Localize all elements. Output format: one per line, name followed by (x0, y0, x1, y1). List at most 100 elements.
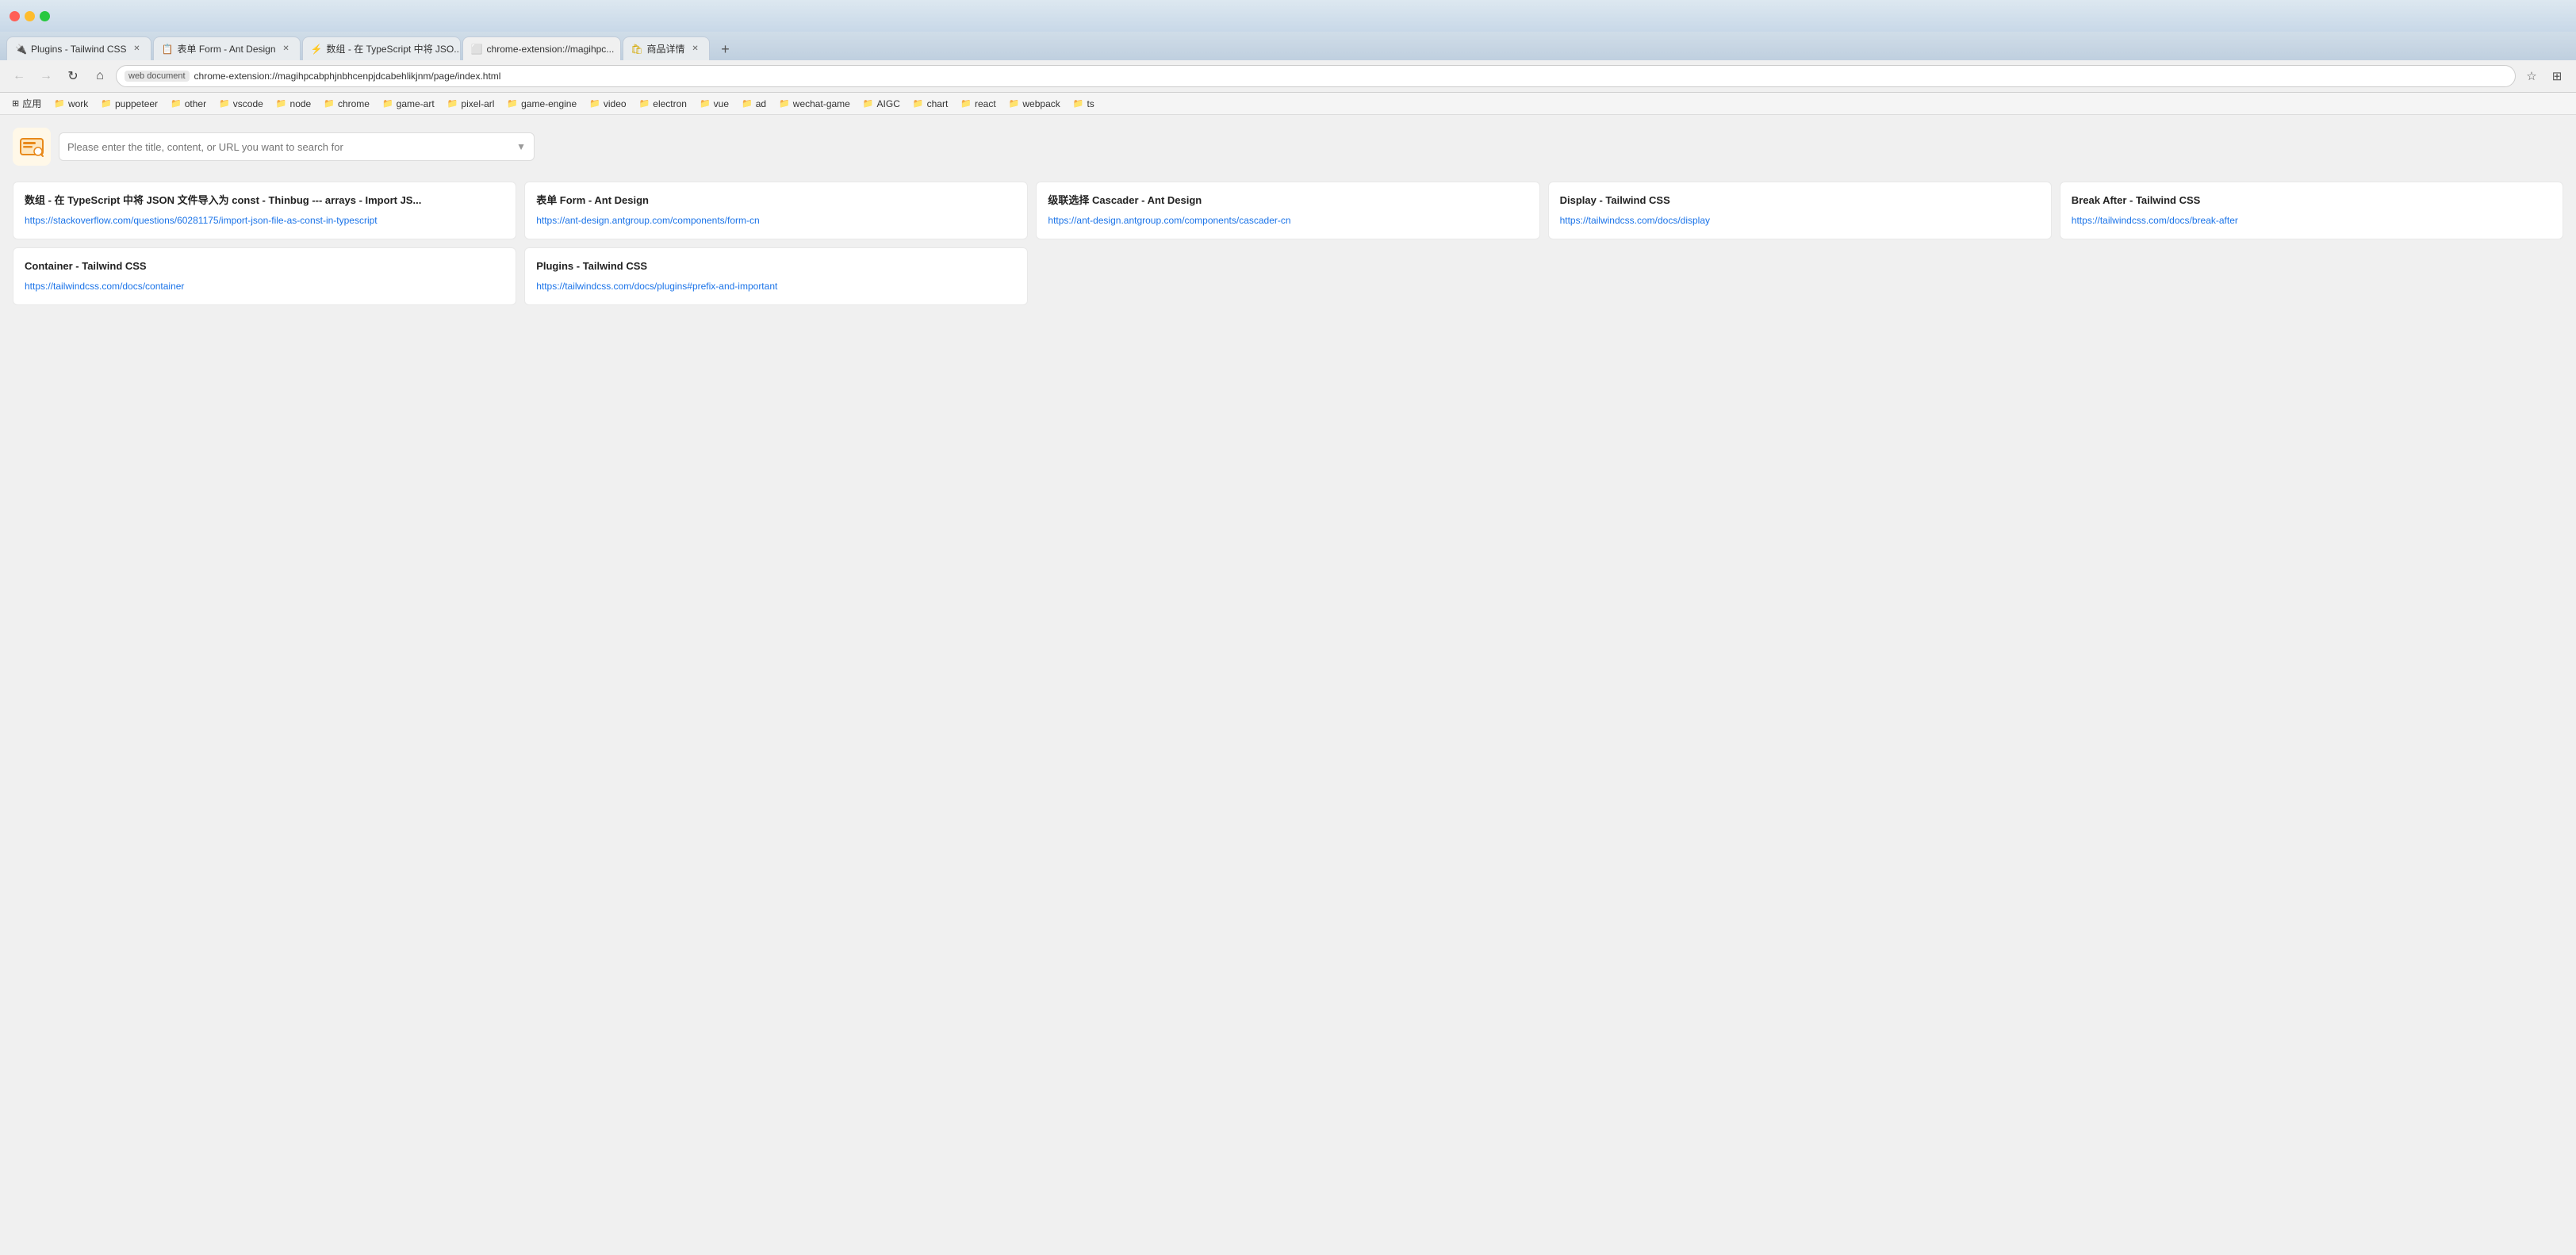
card-url: https://ant-design.antgroup.com/componen… (1048, 214, 1528, 228)
card-title: 表单 Form - Ant Design (536, 193, 1016, 208)
bookmark-star-button[interactable]: ☆ (2520, 65, 2543, 87)
minimize-button[interactable] (25, 11, 35, 21)
bookmark-webpack[interactable]: 📁 webpack (1003, 97, 1066, 111)
bookmark-pixel-arl[interactable]: 📁 pixel-arl (442, 97, 500, 111)
card-url: https://stackoverflow.com/questions/6028… (25, 214, 504, 228)
bookmark-game-engine[interactable]: 📁 game-engine (501, 97, 582, 111)
tabs-bar: 🔌 Plugins - Tailwind CSS ✕ 📋 表单 Form - A… (0, 32, 2576, 60)
card-url: https://tailwindcss.com/docs/display (1560, 214, 2040, 228)
tab-close-button[interactable]: ✕ (619, 44, 620, 55)
tab-product-detail[interactable]: 🛍 商品详情 ✕ (623, 36, 710, 60)
folder-icon: 📁 (1073, 98, 1084, 109)
bookmark-aigc[interactable]: 📁 AIGC (857, 97, 906, 111)
bookmark-label: game-engine (521, 98, 577, 109)
tab-close-button[interactable]: ✕ (690, 44, 701, 55)
bookmark-label: wechat-game (793, 98, 850, 109)
forward-button[interactable]: → (35, 65, 57, 87)
bookmark-label: chrome (338, 98, 370, 109)
bookmark-wechat-game[interactable]: 📁 wechat-game (773, 97, 856, 111)
folder-icon: 📁 (779, 98, 790, 109)
folder-icon: 📁 (1009, 98, 1020, 109)
maximize-button[interactable] (40, 11, 50, 21)
bookmark-video[interactable]: 📁 video (584, 97, 631, 111)
tab-close-button[interactable]: ✕ (281, 44, 292, 55)
folder-icon: 📁 (700, 98, 711, 109)
tab-favicon: 📋 (162, 44, 173, 55)
list-item[interactable]: 级联选择 Cascader - Ant Design https://ant-d… (1036, 182, 1539, 239)
bookmark-label: node (290, 98, 312, 109)
bookmark-label: video (604, 98, 627, 109)
tab-label: Plugins - Tailwind CSS (31, 44, 127, 55)
card-url: https://tailwindcss.com/docs/container (25, 280, 504, 293)
card-title: Container - Tailwind CSS (25, 259, 504, 274)
bookmark-react[interactable]: 📁 react (955, 97, 1001, 111)
card-url: https://ant-design.antgroup.com/componen… (536, 214, 1016, 228)
traffic-lights (10, 11, 50, 21)
tab-arrays-typescript[interactable]: ⚡ 数组 - 在 TypeScript 中将 JSO... ✕ (302, 36, 461, 60)
bookmark-ts[interactable]: 📁 ts (1068, 97, 1100, 111)
card-title: Break After - Tailwind CSS (2072, 193, 2551, 208)
list-item[interactable]: 数组 - 在 TypeScript 中将 JSON 文件导入为 const - … (13, 182, 516, 239)
bookmark-other[interactable]: 📁 other (165, 97, 212, 111)
list-item[interactable]: Display - Tailwind CSS https://tailwindc… (1548, 182, 2052, 239)
toolbar-right: ☆ ⊞ (2520, 65, 2568, 87)
bookmark-puppeteer[interactable]: 📁 puppeteer (95, 97, 163, 111)
tab-form-antdesign[interactable]: 📋 表单 Form - Ant Design ✕ (153, 36, 301, 60)
bookmark-node[interactable]: 📁 node (270, 97, 316, 111)
extension-button[interactable]: ⊞ (2546, 65, 2568, 87)
card-title: Display - Tailwind CSS (1560, 193, 2040, 208)
bookmark-ad[interactable]: 📁 ad (736, 97, 772, 111)
card-title: 数组 - 在 TypeScript 中将 JSON 文件导入为 const - … (25, 193, 504, 208)
bookmark-chrome[interactable]: 📁 chrome (318, 97, 375, 111)
cards-grid: 数组 - 在 TypeScript 中将 JSON 文件导入为 const - … (13, 182, 2563, 305)
folder-icon: 📁 (863, 98, 874, 109)
search-input-wrapper[interactable]: ▼ (59, 132, 535, 161)
bookmark-chart[interactable]: 📁 chart (907, 97, 953, 111)
tab-plugins-tailwind[interactable]: 🔌 Plugins - Tailwind CSS ✕ (6, 36, 151, 60)
search-area: ▼ (13, 128, 2563, 166)
bookmark-label: webpack (1022, 98, 1060, 109)
bookmark-game-art[interactable]: 📁 game-art (377, 97, 440, 111)
search-input[interactable] (67, 141, 516, 153)
bookmark-apps[interactable]: ⊞ 应用 (6, 95, 47, 112)
bookmark-label: game-art (397, 98, 435, 109)
bookmark-label: other (185, 98, 206, 109)
bookmark-label: ad (756, 98, 766, 109)
new-tab-button[interactable]: + (715, 38, 737, 60)
tab-favicon: ⚡ (311, 44, 322, 55)
list-item[interactable]: Break After - Tailwind CSS https://tailw… (2060, 182, 2563, 239)
tab-favicon: 🛍 (631, 44, 642, 55)
list-item[interactable]: Container - Tailwind CSS https://tailwin… (13, 247, 516, 305)
folder-icon: 📁 (101, 98, 112, 109)
card-url-highlighted: https://tailwindcss.com/docs/display (1560, 215, 1710, 226)
tab-close-button[interactable]: ✕ (132, 44, 143, 55)
close-button[interactable] (10, 11, 20, 21)
tab-favicon: 🔌 (15, 44, 26, 55)
bookmark-vscode[interactable]: 📁 vscode (213, 97, 269, 111)
bookmark-vue[interactable]: 📁 vue (694, 97, 734, 111)
tab-chrome-extension[interactable]: ⬜ chrome-extension://magihpc... ✕ (462, 36, 621, 60)
dropdown-icon[interactable]: ▼ (516, 141, 526, 152)
folder-icon: 📁 (447, 98, 458, 109)
address-bar[interactable]: web document chrome-extension://magihpca… (116, 65, 2516, 87)
bookmark-label: 应用 (22, 97, 41, 110)
tab-label: chrome-extension://magihpc... (487, 44, 615, 55)
card-url: https://tailwindcss.com/docs/plugins#pre… (536, 280, 1016, 293)
bookmark-work[interactable]: 📁 work (48, 97, 94, 111)
home-button[interactable]: ⌂ (89, 65, 111, 87)
tab-label: 表单 Form - Ant Design (178, 42, 276, 55)
folder-icon: 📁 (960, 98, 972, 109)
bookmark-label: electron (653, 98, 687, 109)
tab-label: 数组 - 在 TypeScript 中将 JSO... (327, 42, 461, 55)
reload-button[interactable]: ↻ (62, 65, 84, 87)
back-button[interactable]: ← (8, 65, 30, 87)
list-item[interactable]: Plugins - Tailwind CSS https://tailwindc… (524, 247, 1028, 305)
bookmark-label: pixel-arl (461, 98, 494, 109)
bookmark-label: vscode (233, 98, 263, 109)
bookmark-label: puppeteer (115, 98, 158, 109)
card-title: 级联选择 Cascader - Ant Design (1048, 193, 1528, 208)
bookmark-electron[interactable]: 📁 electron (634, 97, 692, 111)
list-item[interactable]: 表单 Form - Ant Design https://ant-design.… (524, 182, 1028, 239)
bookmark-label: react (975, 98, 996, 109)
apps-icon: ⊞ (12, 98, 19, 109)
